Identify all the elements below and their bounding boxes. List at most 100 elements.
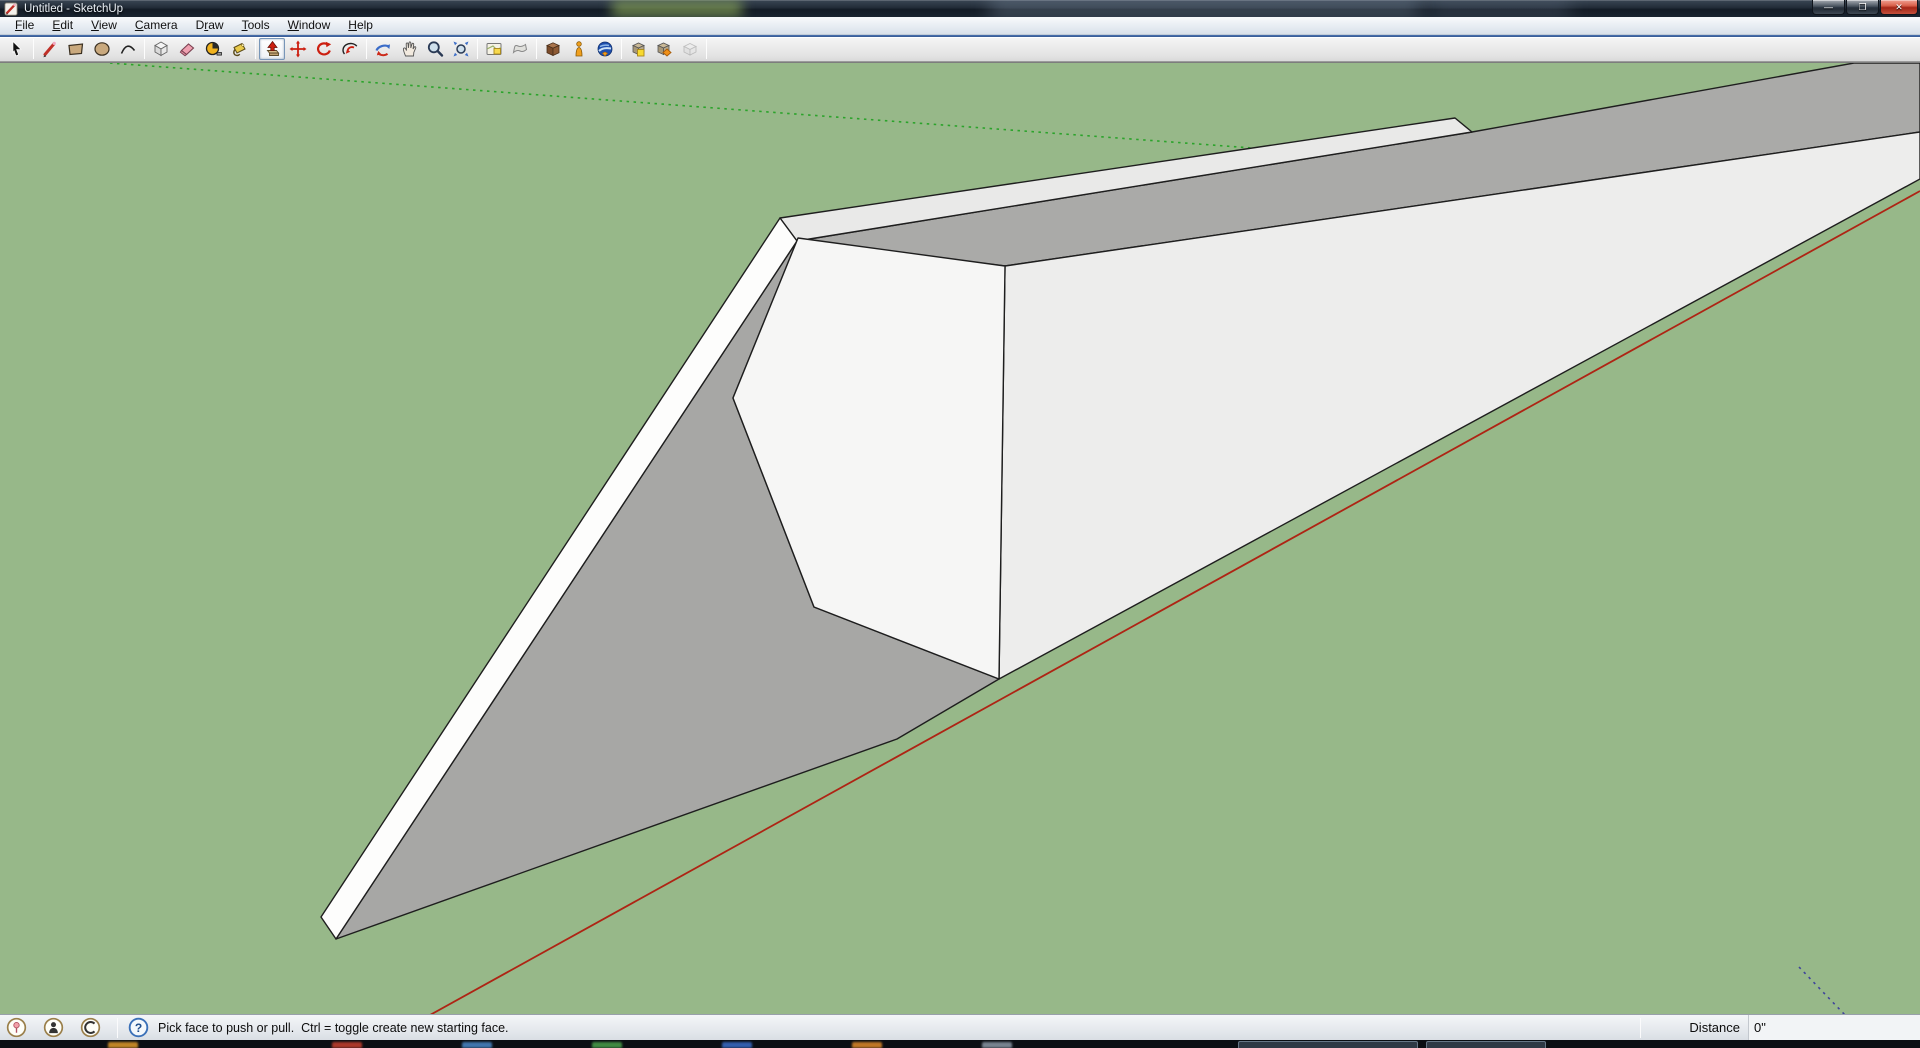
component-box-gray-icon xyxy=(682,42,698,56)
viewport-canvas[interactable] xyxy=(0,63,1920,1015)
status-bar: ? Pick face to push or pull. Ctrl = togg… xyxy=(0,1014,1920,1040)
help-icon[interactable]: ? xyxy=(128,1017,149,1038)
status-message: Pick face to push or pull. Ctrl = toggle… xyxy=(158,1020,509,1035)
toolbar-separator xyxy=(621,39,622,59)
menu-window[interactable]: Window xyxy=(279,17,340,34)
title-bar: Untitled - SketchUp — ❐ ✕ xyxy=(0,0,1920,17)
orbit-icon xyxy=(375,44,391,57)
share-component-button-disabled xyxy=(677,38,703,60)
add-location-icon xyxy=(486,43,502,55)
taskbar-icon-glimpse xyxy=(332,1042,362,1048)
add-location-button[interactable] xyxy=(481,38,507,60)
orbit-tool-button[interactable] xyxy=(370,38,396,60)
svg-text:?: ? xyxy=(135,1021,142,1035)
select-cursor-icon xyxy=(12,40,22,57)
background-window-glimpse xyxy=(612,0,742,17)
background-window-glimpse xyxy=(1430,0,1570,17)
taskbar-icon-glimpse xyxy=(462,1042,492,1048)
menu-bar: File Edit View Camera Draw Tools Window … xyxy=(0,17,1920,35)
taskbar-icon-glimpse xyxy=(108,1042,138,1048)
select-tool-button[interactable] xyxy=(4,38,30,60)
menu-tools[interactable]: Tools xyxy=(233,17,279,34)
component-box-icon xyxy=(154,41,168,57)
toolbar-separator xyxy=(536,39,537,59)
measurement-value-box[interactable]: 0" xyxy=(1748,1015,1920,1040)
taskbar-icon-glimpse xyxy=(722,1042,752,1048)
tape-measure-icon xyxy=(205,41,222,56)
menu-help[interactable]: Help xyxy=(339,17,382,34)
modeling-viewport[interactable] xyxy=(0,62,1920,1015)
taskbar-icon-glimpse xyxy=(592,1042,622,1048)
eraser-icon xyxy=(179,43,195,57)
get-models-icon xyxy=(632,42,645,57)
arc-tool-button[interactable] xyxy=(115,38,141,60)
arc-icon xyxy=(120,45,136,54)
toolbar-separator xyxy=(33,39,34,59)
toolbar-separator xyxy=(144,39,145,59)
windows-taskbar-edge[interactable] xyxy=(0,1040,1920,1048)
sketchup-app-icon xyxy=(4,2,18,16)
person-icon xyxy=(575,41,583,57)
rotate-tool-button[interactable] xyxy=(311,38,337,60)
measurement-label: Distance xyxy=(1689,1020,1740,1035)
window-title: Untitled - SketchUp xyxy=(24,2,124,15)
push-pull-tool-button[interactable] xyxy=(259,38,285,60)
statusbar-separator xyxy=(117,1017,118,1038)
circle-tool-button[interactable] xyxy=(89,38,115,60)
paint-bucket-tool-button[interactable] xyxy=(226,38,252,60)
toggle-terrain-button[interactable] xyxy=(507,38,533,60)
pan-hand-icon xyxy=(402,41,417,57)
terrain-sheet-icon xyxy=(512,43,528,54)
magnifier-icon xyxy=(427,41,444,57)
background-window-glimpse xyxy=(990,0,1420,17)
share-model-button[interactable] xyxy=(651,38,677,60)
get-models-button[interactable] xyxy=(625,38,651,60)
rotate-icon xyxy=(317,41,332,56)
menu-camera[interactable]: Camera xyxy=(126,17,187,34)
paint-bucket-icon xyxy=(233,42,246,57)
make-component-button[interactable] xyxy=(148,38,174,60)
circle-icon xyxy=(94,42,110,56)
google-earth-icon xyxy=(597,41,613,57)
offset-tool-button[interactable] xyxy=(337,38,363,60)
tape-measure-tool-button[interactable] xyxy=(200,38,226,60)
statusbar-separator xyxy=(1640,1017,1642,1038)
taskbar-icon-glimpse xyxy=(852,1042,882,1048)
zoom-tool-button[interactable] xyxy=(422,38,448,60)
move-tool-button[interactable] xyxy=(285,38,311,60)
pencil-icon xyxy=(43,41,56,58)
geolocation-status-icon[interactable] xyxy=(6,1017,27,1038)
menu-view[interactable]: View xyxy=(82,17,126,34)
push-pull-icon xyxy=(266,40,280,56)
rectangle-tool-button[interactable] xyxy=(63,38,89,60)
restore-button[interactable]: ❐ xyxy=(1846,0,1879,15)
credit-attribution-status-icon[interactable] xyxy=(43,1017,64,1038)
preview-in-google-earth-button[interactable] xyxy=(592,38,618,60)
menu-draw[interactable]: Draw xyxy=(187,17,233,34)
getting-started-toolbar xyxy=(0,37,1920,62)
toolbar-separator xyxy=(366,39,367,59)
toolbar-separator xyxy=(477,39,478,59)
minimize-button[interactable]: — xyxy=(1812,0,1845,15)
toolbar-separator xyxy=(255,39,256,59)
offset-icon xyxy=(342,42,358,55)
move-icon xyxy=(289,40,307,58)
toolbar-separator xyxy=(706,39,707,59)
photo-textures-button[interactable] xyxy=(540,38,566,60)
building-icon xyxy=(546,42,560,57)
taskbar-window-button-glimpse xyxy=(1426,1041,1546,1048)
taskbar-window-button-glimpse xyxy=(1238,1041,1418,1048)
sign-in-status-icon[interactable] xyxy=(80,1017,101,1038)
eraser-tool-button[interactable] xyxy=(174,38,200,60)
pan-tool-button[interactable] xyxy=(396,38,422,60)
menu-edit[interactable]: Edit xyxy=(43,17,82,34)
close-button[interactable]: ✕ xyxy=(1880,0,1918,15)
share-model-icon xyxy=(657,42,672,57)
line-tool-button[interactable] xyxy=(37,38,63,60)
menu-file[interactable]: File xyxy=(6,17,43,34)
zoom-extents-icon xyxy=(453,41,469,57)
person-figure-button[interactable] xyxy=(566,38,592,60)
taskbar-icon-glimpse xyxy=(982,1042,1012,1048)
zoom-extents-button[interactable] xyxy=(448,38,474,60)
rectangle-icon xyxy=(68,43,84,56)
